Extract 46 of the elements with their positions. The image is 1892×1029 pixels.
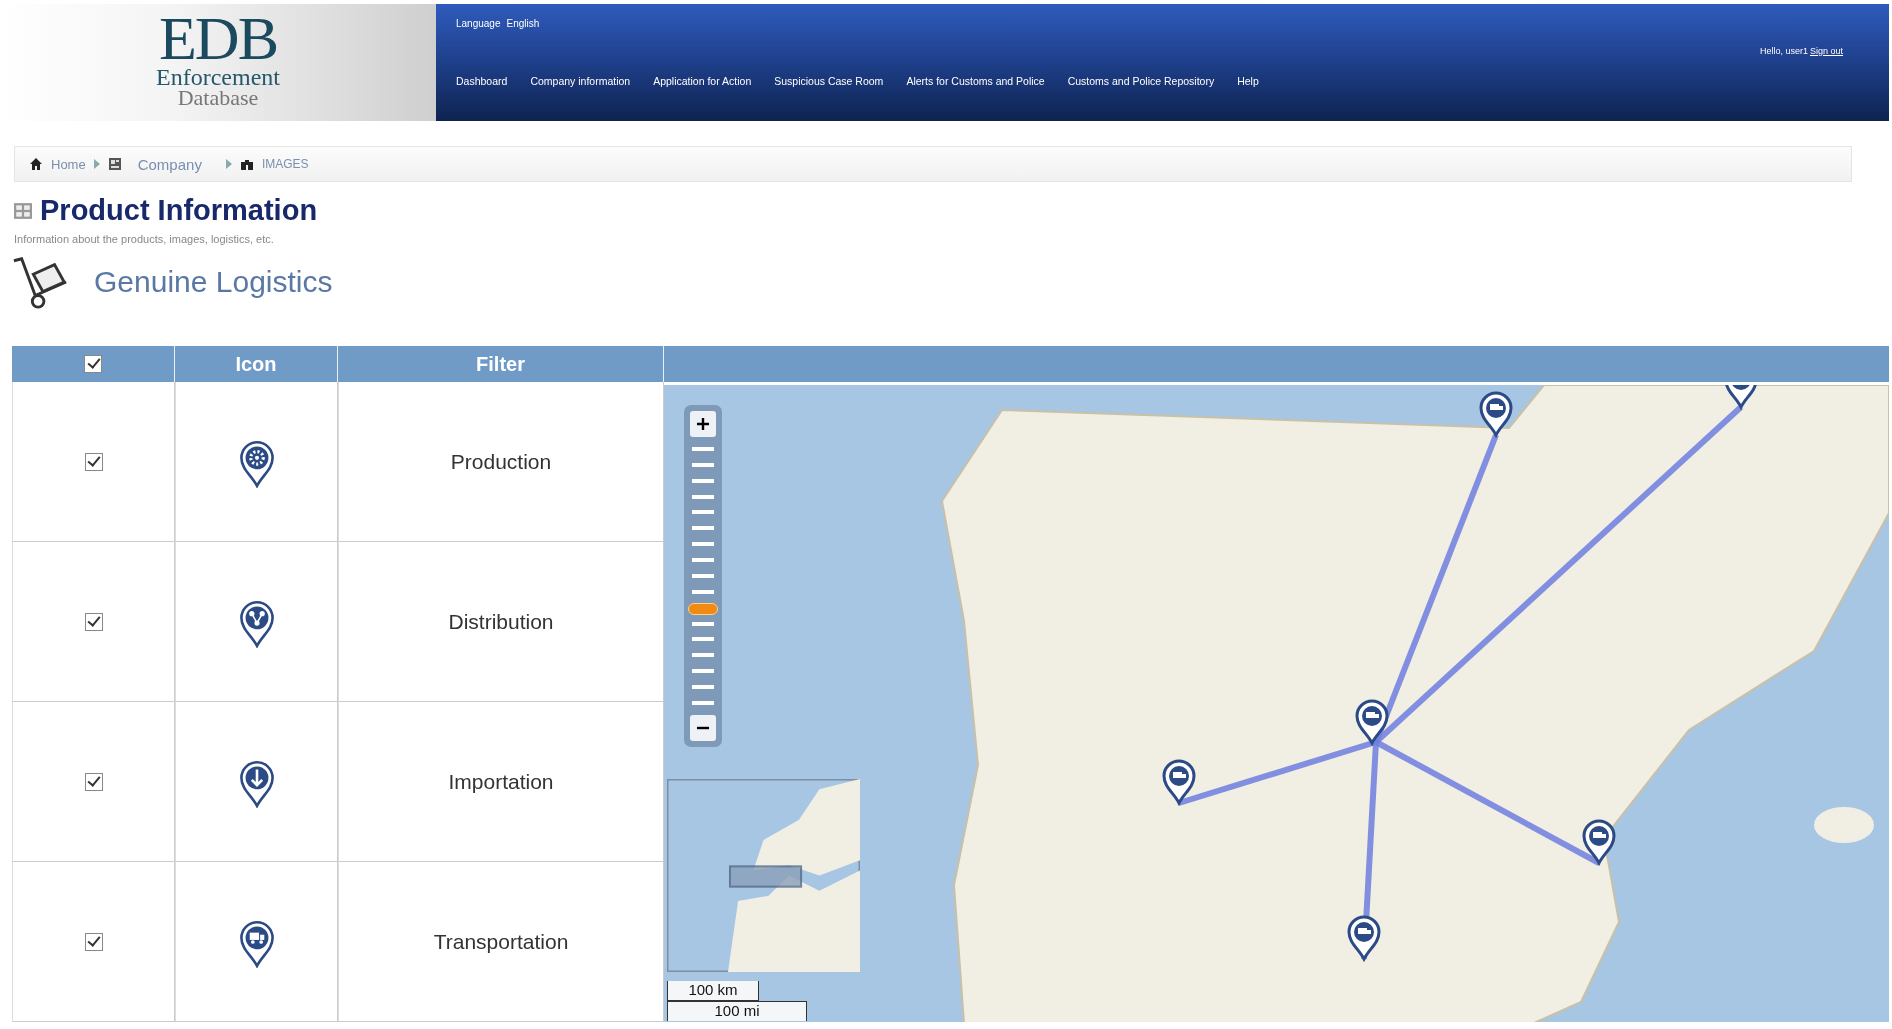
map-pin-icon[interactable] [1582, 819, 1616, 865]
binoculars-icon [239, 157, 254, 171]
product-grid-icon [14, 202, 32, 219]
table-cell: Transportation [338, 862, 664, 1022]
nav-link[interactable]: Customs and Police Repository [1067, 75, 1215, 87]
greeting: Hello, user1 [1759, 46, 1808, 56]
checkbox[interactable] [84, 932, 103, 951]
checkbox[interactable] [84, 772, 103, 791]
map-pin-icon[interactable] [1724, 385, 1758, 409]
checkbox[interactable] [84, 355, 102, 373]
checkbox[interactable] [84, 452, 103, 471]
language-label: Language [456, 18, 501, 29]
zoom-out-button[interactable] [690, 715, 716, 741]
checkbox[interactable] [84, 612, 103, 631]
column-header: Icon [175, 346, 338, 382]
sign-out-link[interactable]: Sign out [1809, 46, 1843, 56]
ledger-icon [107, 157, 122, 171]
nav-link[interactable]: Company information [530, 75, 631, 87]
zoom-in-button[interactable] [690, 411, 716, 437]
logo-text: Enforcement [156, 66, 280, 88]
nav-link[interactable]: Dashboard [456, 75, 508, 87]
scale-bar: 100 km [667, 981, 759, 1001]
page-title: Product Information [40, 194, 318, 227]
scale-bar: 100 mi [667, 1001, 807, 1021]
map-pin-icon[interactable] [1479, 391, 1513, 437]
map-pin-icon[interactable] [1355, 699, 1389, 745]
breadcrumb-arrow-icon [225, 159, 232, 169]
nav-link[interactable]: Help [1237, 75, 1259, 87]
section-title: Genuine Logistics [94, 265, 333, 299]
breadcrumb-arrow-icon [93, 159, 100, 169]
column-header: Filter [338, 346, 664, 382]
table-cell: Production [338, 382, 664, 542]
table-cell: Distribution [338, 542, 664, 702]
page-subtitle: Information about the products, images, logistics, etc. [14, 233, 275, 245]
logo-text: Database [177, 88, 259, 108]
language-link[interactable]: English [506, 18, 540, 29]
plus-icon [697, 418, 709, 430]
map-pin-icon[interactable] [1347, 915, 1381, 961]
logo-mark: EDB [159, 10, 277, 66]
map-pin-icon[interactable] [1162, 759, 1196, 805]
table-cell: Importation [338, 702, 664, 862]
nav-link[interactable]: Application for Action [653, 75, 752, 87]
zoom-slider-thumb[interactable] [688, 602, 718, 615]
home-icon [29, 157, 43, 171]
nav-link[interactable]: Alerts for Customs and Police [906, 75, 1045, 87]
nav-link[interactable]: Suspicious Case Room [774, 75, 884, 87]
